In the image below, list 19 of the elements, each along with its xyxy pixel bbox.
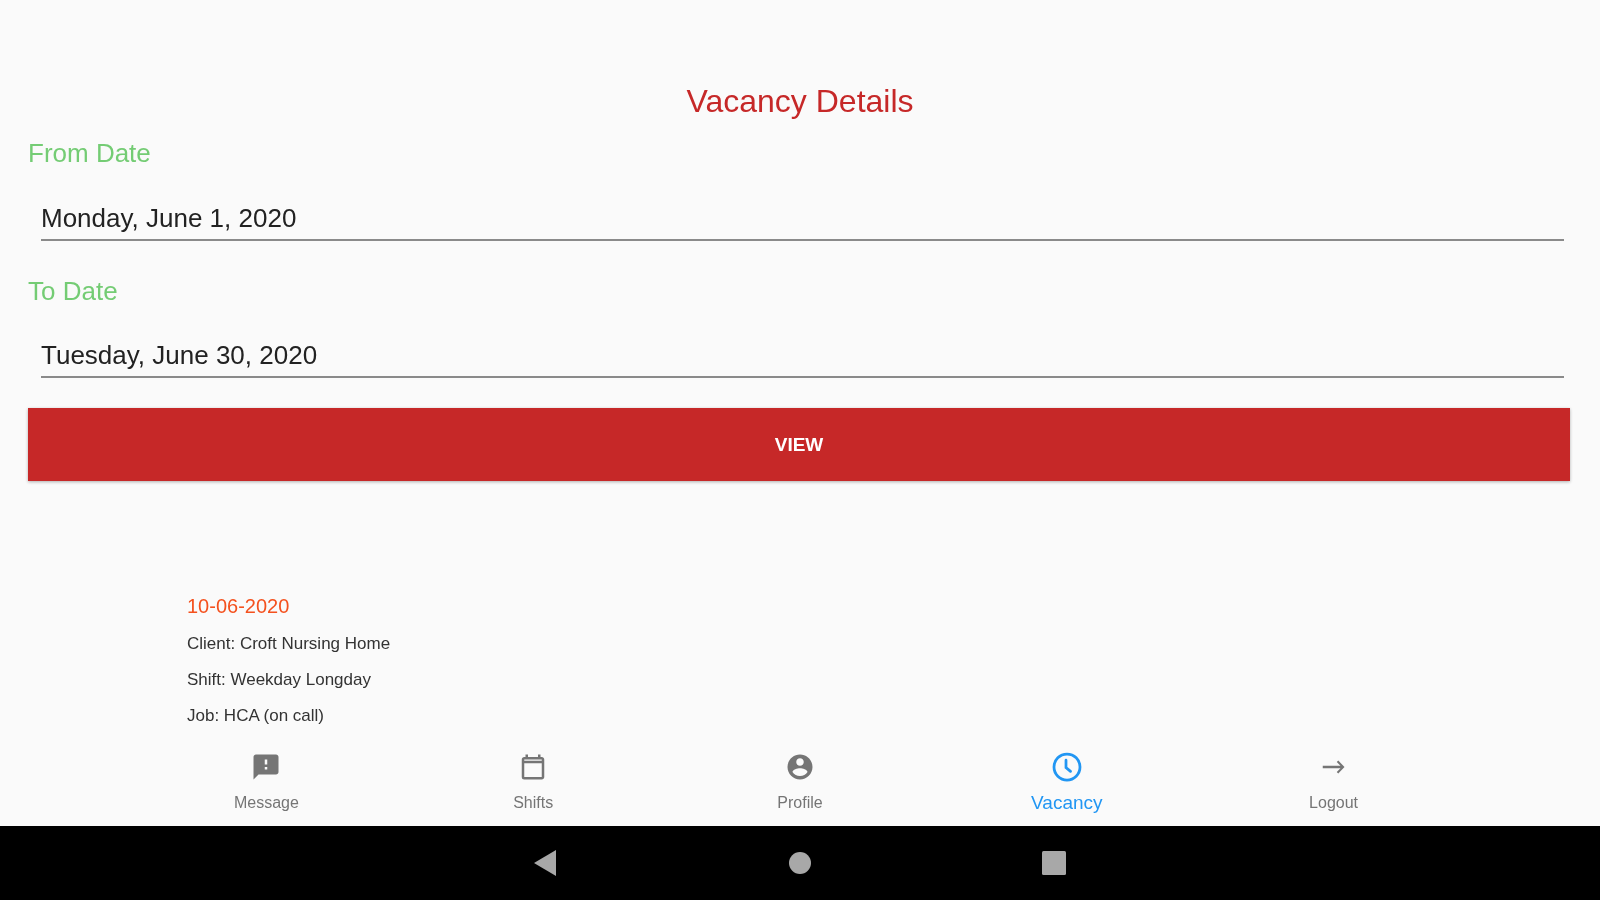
date-field[interactable]: Monday, June 1, 2020	[41, 202, 1564, 241]
field-label: From Date	[28, 137, 151, 169]
vacancy-date: 10-06-2020	[187, 594, 290, 619]
nav-tab[interactable]: Logout	[1301, 738, 1367, 826]
nav-tab[interactable]: Message	[225, 738, 307, 826]
page-title: Vacancy Details	[686, 82, 914, 121]
vacancy-detail: Shift: Weekday Longday	[187, 669, 371, 691]
field-label: To Date	[28, 275, 118, 307]
view-button[interactable]: VIEW	[28, 408, 1570, 481]
vacancy-detail: Client: Croft Nursing Home	[187, 633, 391, 655]
chat-alert-icon	[251, 752, 282, 782]
nav-tab[interactable]: Profile	[769, 738, 831, 826]
date-field[interactable]: Tuesday, June 30, 2020	[41, 339, 1564, 378]
back-icon[interactable]	[534, 850, 556, 876]
clock-icon	[1051, 752, 1082, 782]
nav-tab[interactable]: Shifts	[505, 738, 562, 826]
home-icon[interactable]	[789, 852, 811, 874]
vacancy-detail: Job: HCA (on call)	[187, 705, 324, 727]
nav-tab[interactable]: Vacancy	[1023, 738, 1111, 826]
